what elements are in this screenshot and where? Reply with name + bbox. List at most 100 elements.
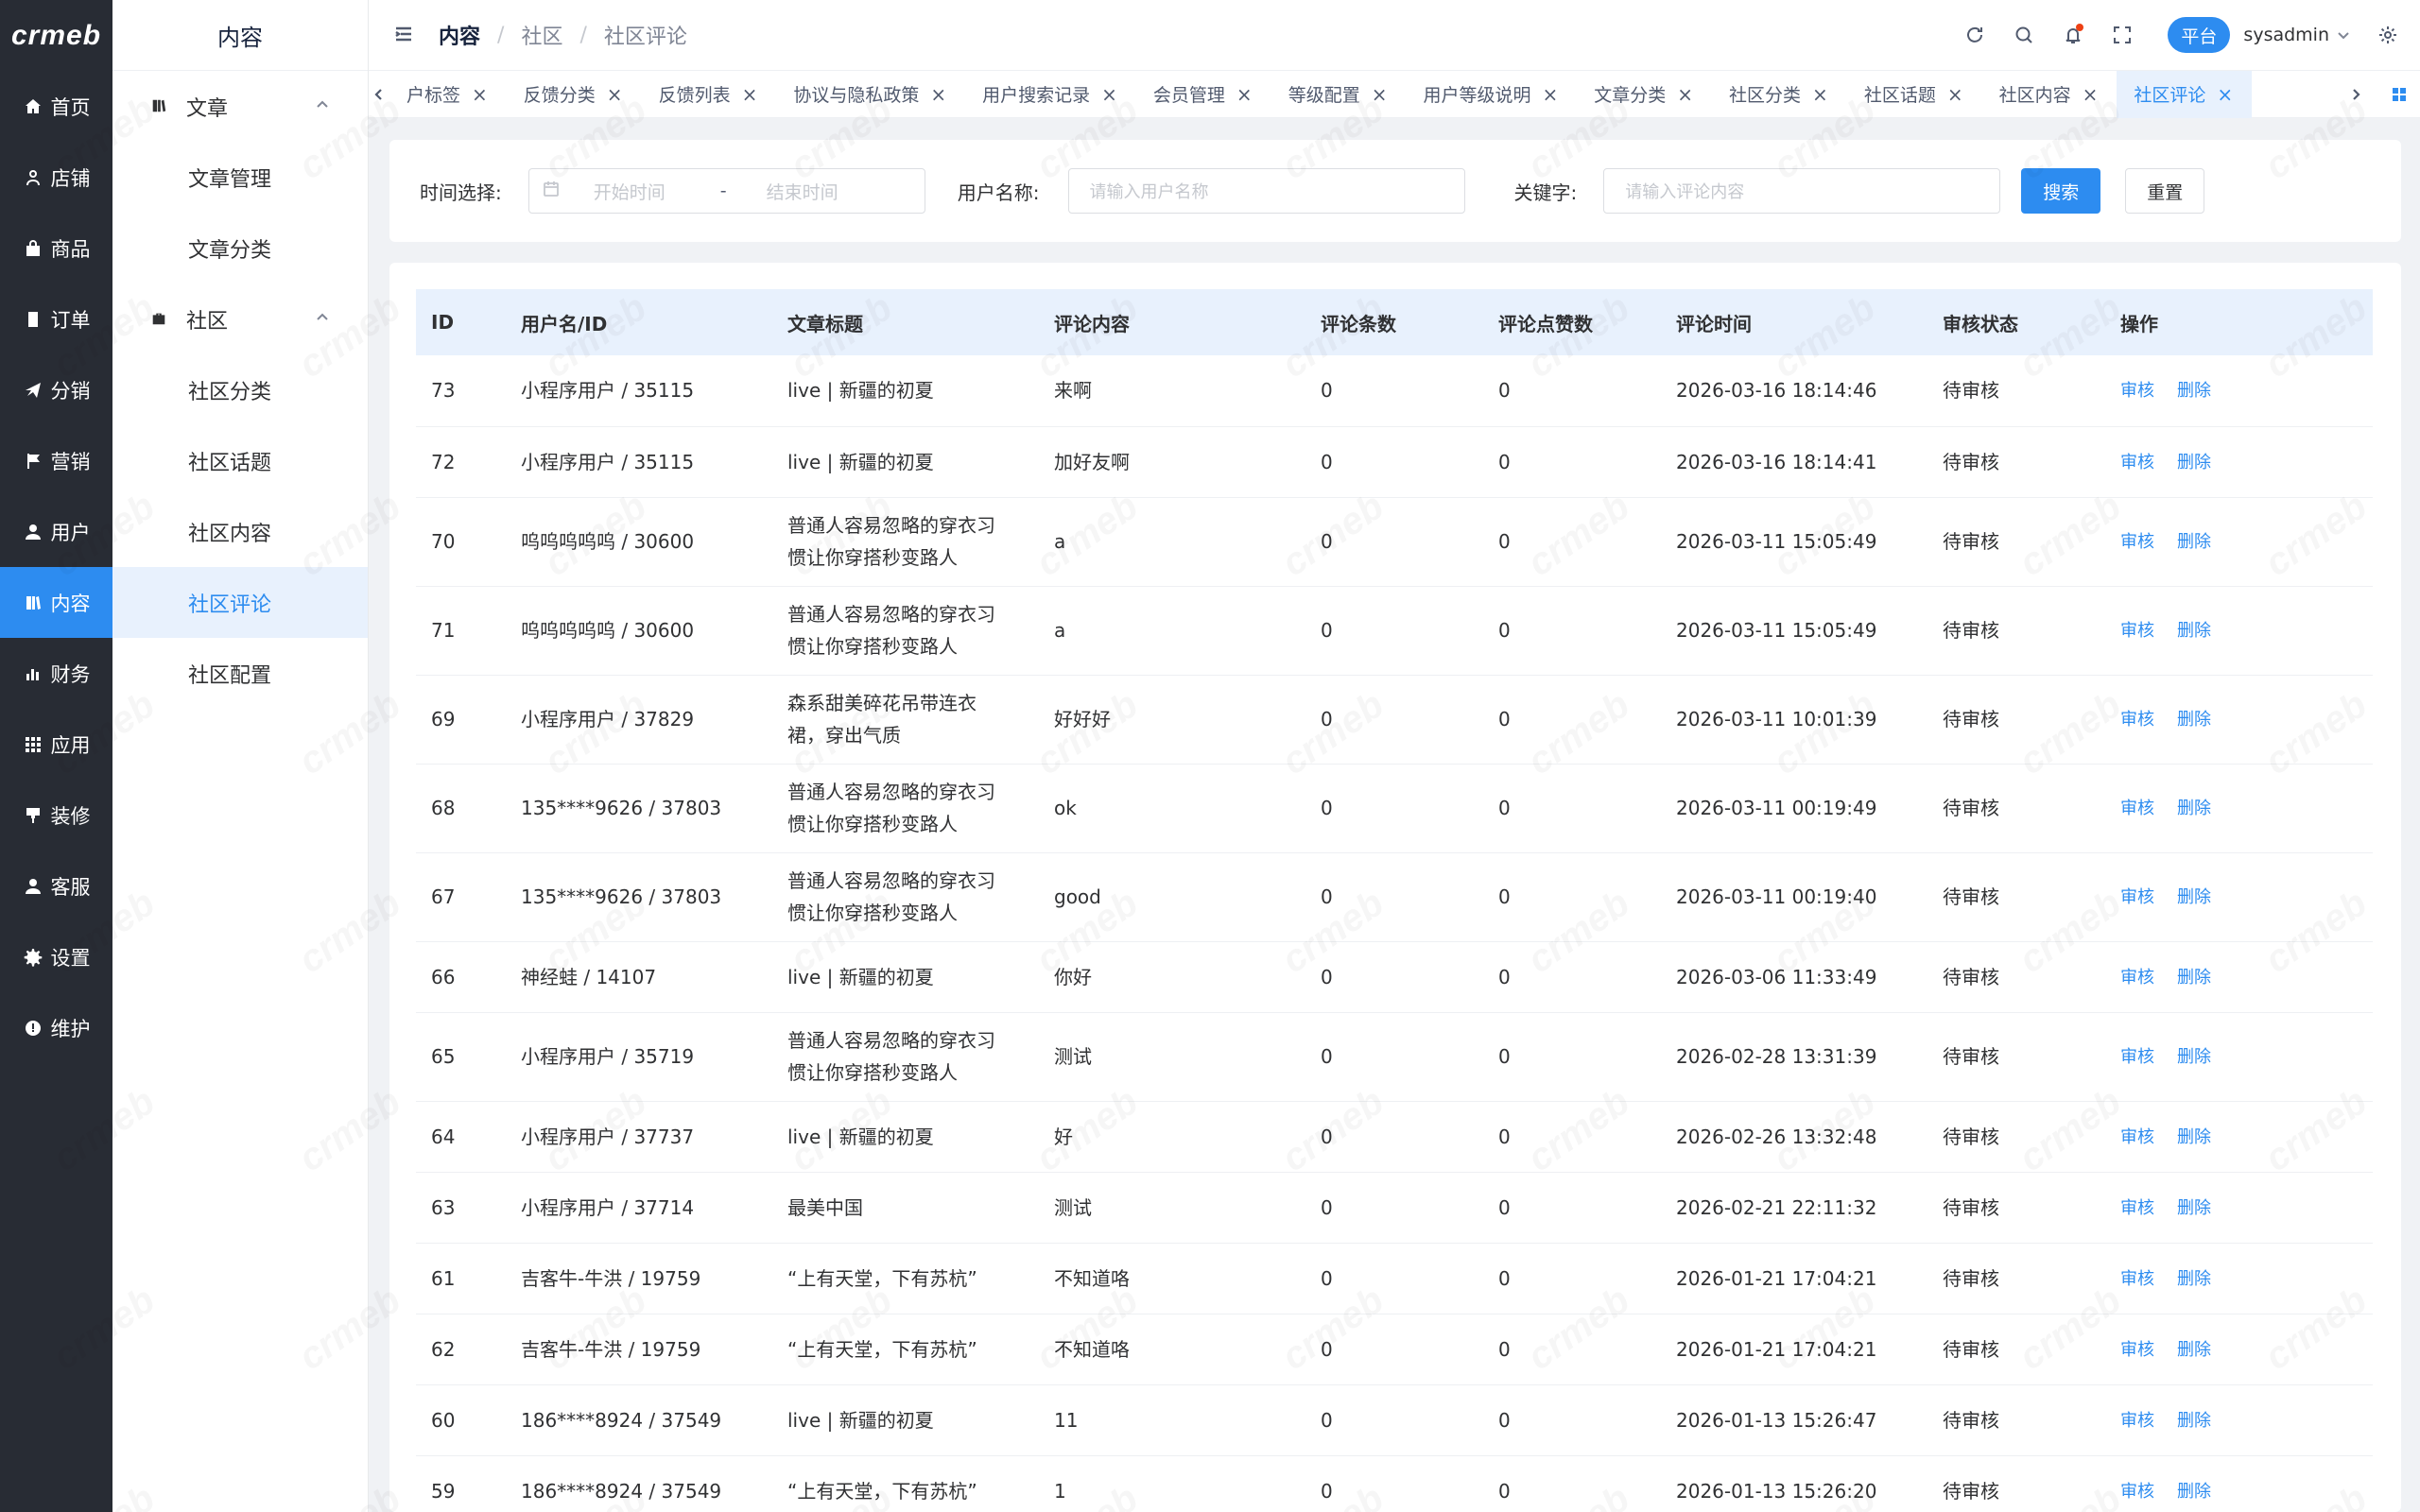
submenu-item-article-category[interactable]: 文章分类 — [112, 213, 368, 284]
tab[interactable]: 社区内容 × — [1982, 71, 2118, 118]
settings-gear-icon[interactable] — [2375, 22, 2401, 48]
review-link[interactable]: 审核 — [2120, 621, 2154, 641]
keyword-input[interactable]: 请输入评论内容 — [1603, 168, 2001, 214]
delete-link[interactable]: 删除 — [2177, 1411, 2211, 1431]
close-icon[interactable]: × — [930, 83, 946, 106]
nav-item[interactable]: 订单 — [0, 284, 112, 354]
review-link[interactable]: 审核 — [2120, 968, 2154, 988]
review-link[interactable]: 审核 — [2120, 1269, 2154, 1289]
tab[interactable]: 用户等级说明 × — [1406, 71, 1577, 118]
review-link[interactable]: 审核 — [2120, 381, 2154, 401]
nav-item[interactable]: 应用 — [0, 709, 112, 780]
breadcrumb-item[interactable]: 内容 — [439, 20, 480, 50]
submenu-group-article[interactable]: 文章 — [112, 71, 368, 142]
tabs-scroll-right-icon[interactable] — [2333, 71, 2378, 118]
brand-logo[interactable]: crmeb — [0, 0, 112, 71]
submenu-item-community-category[interactable]: 社区分类 — [112, 354, 368, 425]
delete-link[interactable]: 删除 — [2177, 710, 2211, 730]
platform-badge[interactable]: 平台 — [2168, 17, 2231, 53]
end-time-placeholder[interactable]: 结束时间 — [767, 179, 838, 204]
delete-link[interactable]: 删除 — [2177, 1269, 2211, 1289]
tab[interactable]: 会员管理 × — [1136, 71, 1271, 118]
menu-toggle-icon[interactable] — [393, 24, 416, 46]
delete-link[interactable]: 删除 — [2177, 887, 2211, 907]
close-icon[interactable]: × — [742, 83, 758, 106]
refresh-icon[interactable] — [1962, 22, 1988, 48]
submenu-item-community-content[interactable]: 社区内容 — [112, 496, 368, 567]
breadcrumb-item[interactable]: 社区 — [521, 20, 562, 50]
review-link[interactable]: 审核 — [2120, 532, 2154, 552]
bell-icon[interactable] — [2060, 22, 2086, 48]
tab[interactable]: 社区评论 × — [2117, 70, 2253, 118]
nav-item[interactable]: 店铺 — [0, 142, 112, 213]
close-icon[interactable]: × — [1372, 83, 1388, 106]
close-icon[interactable]: × — [1101, 83, 1117, 106]
tab[interactable]: 文章分类 × — [1577, 71, 1712, 118]
tab[interactable]: 社区话题 × — [1847, 71, 1982, 118]
review-link[interactable]: 审核 — [2120, 887, 2154, 907]
date-range-picker[interactable]: 开始时间 - 结束时间 — [527, 168, 925, 214]
close-icon[interactable]: × — [1812, 83, 1828, 106]
user-menu[interactable]: sysadmin — [2243, 25, 2350, 45]
delete-link[interactable]: 删除 — [2177, 799, 2211, 818]
search-button[interactable]: 搜索 — [2021, 168, 2101, 214]
tab[interactable]: 用户搜索记录 × — [965, 71, 1136, 118]
tabs-grid-icon[interactable] — [2378, 71, 2420, 118]
delete-link[interactable]: 删除 — [2177, 1047, 2211, 1067]
nav-item[interactable]: 装修 — [0, 780, 112, 850]
delete-link[interactable]: 删除 — [2177, 1482, 2211, 1502]
close-icon[interactable]: × — [1947, 83, 1963, 106]
delete-link[interactable]: 删除 — [2177, 381, 2211, 401]
search-icon[interactable] — [2011, 22, 2037, 48]
submenu-item-community-comment[interactable]: 社区评论 — [112, 567, 368, 638]
tab[interactable]: 等级配置 × — [1271, 71, 1407, 118]
submenu-item-community-config[interactable]: 社区配置 — [112, 638, 368, 709]
user-name-input[interactable]: 请输入用户名称 — [1067, 168, 1465, 214]
review-link[interactable]: 审核 — [2120, 1411, 2154, 1431]
delete-link[interactable]: 删除 — [2177, 1127, 2211, 1147]
nav-item[interactable]: 财务 — [0, 638, 112, 709]
delete-link[interactable]: 删除 — [2177, 453, 2211, 472]
delete-link[interactable]: 删除 — [2177, 532, 2211, 552]
review-link[interactable]: 审核 — [2120, 453, 2154, 472]
review-link[interactable]: 审核 — [2120, 1198, 2154, 1218]
close-icon[interactable]: × — [1236, 83, 1253, 106]
review-link[interactable]: 审核 — [2120, 1340, 2154, 1360]
delete-link[interactable]: 删除 — [2177, 968, 2211, 988]
close-icon[interactable]: × — [1542, 83, 1558, 106]
review-link[interactable]: 审核 — [2120, 710, 2154, 730]
nav-item[interactable]: 分销 — [0, 354, 112, 425]
fullscreen-icon[interactable] — [2109, 22, 2135, 48]
tab[interactable]: 反馈列表 × — [642, 71, 777, 118]
nav-item[interactable]: 商品 — [0, 213, 112, 284]
nav-item[interactable]: 用户 — [0, 496, 112, 567]
submenu-group-community[interactable]: 社区 — [112, 284, 368, 354]
nav-item[interactable]: 内容 — [0, 567, 112, 638]
review-link[interactable]: 审核 — [2120, 1047, 2154, 1067]
close-icon[interactable]: × — [472, 83, 488, 106]
nav-item[interactable]: 维护 — [0, 992, 112, 1063]
submenu-item-community-topic[interactable]: 社区话题 — [112, 425, 368, 496]
delete-link[interactable]: 删除 — [2177, 621, 2211, 641]
reset-button[interactable]: 重置 — [2125, 168, 2205, 214]
submenu-item-article-manage[interactable]: 文章管理 — [112, 142, 368, 213]
tab[interactable]: 户标签 × — [389, 71, 507, 118]
nav-item[interactable]: 首页 — [0, 71, 112, 142]
tab[interactable]: 社区分类 × — [1712, 71, 1847, 118]
close-icon[interactable]: × — [1677, 83, 1693, 106]
tab[interactable]: 反馈分类 × — [507, 71, 642, 118]
review-link[interactable]: 审核 — [2120, 799, 2154, 818]
nav-item[interactable]: 客服 — [0, 850, 112, 921]
start-time-placeholder[interactable]: 开始时间 — [594, 179, 698, 204]
review-link[interactable]: 审核 — [2120, 1127, 2154, 1147]
nav-item[interactable]: 营销 — [0, 425, 112, 496]
tabs-scroll-left-icon[interactable] — [369, 71, 389, 118]
review-link[interactable]: 审核 — [2120, 1482, 2154, 1502]
delete-link[interactable]: 删除 — [2177, 1340, 2211, 1360]
close-icon[interactable]: × — [2083, 83, 2099, 106]
delete-link[interactable]: 删除 — [2177, 1198, 2211, 1218]
tab[interactable]: 协议与隐私政策 × — [776, 71, 965, 118]
close-icon[interactable]: × — [607, 83, 623, 106]
nav-item[interactable]: 设置 — [0, 921, 112, 992]
close-icon[interactable]: × — [2217, 83, 2233, 106]
